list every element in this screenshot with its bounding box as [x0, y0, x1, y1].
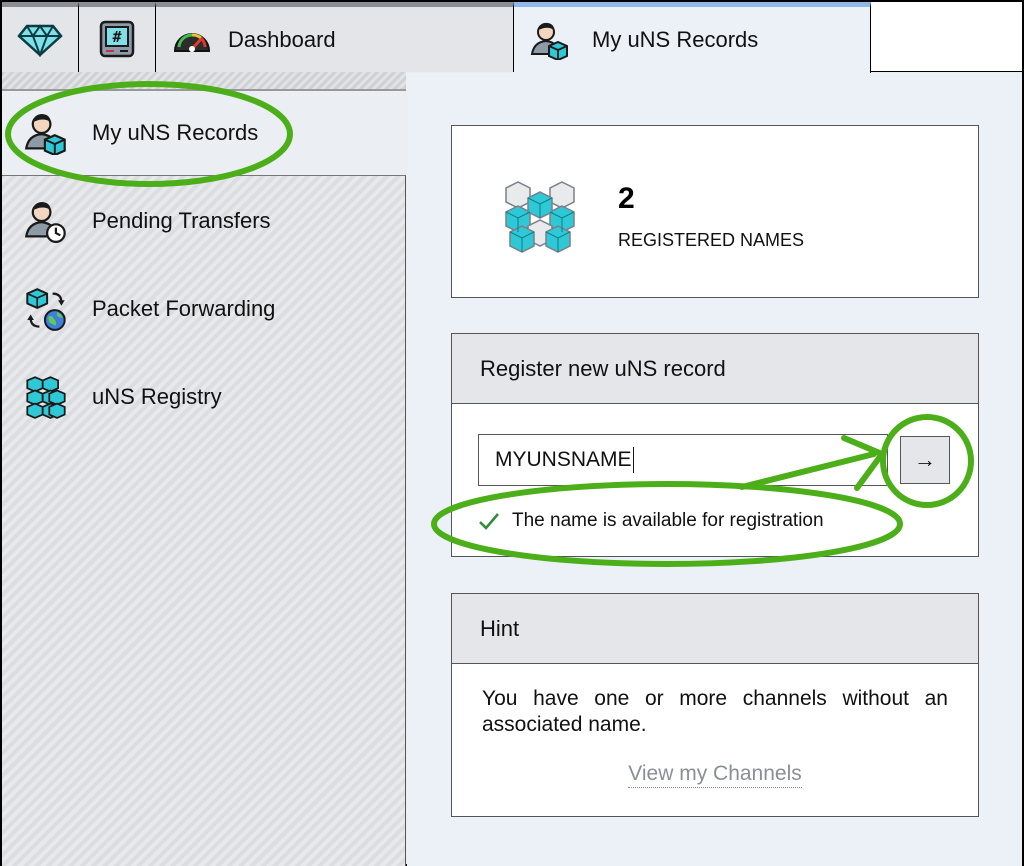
tab-my-uns-records-label: My uNS Records	[592, 27, 759, 52]
user-cube-icon	[24, 114, 66, 155]
view-channels-link-wrap: View my Channels	[452, 762, 978, 788]
sidebar-item-my-uns-records[interactable]: My uNS Records	[2, 90, 406, 176]
tab-dashboard-label: Dashboard	[228, 26, 336, 52]
arrow-right-icon: →	[914, 447, 936, 472]
sidebar: My uNS Records Pending Transfers Packet …	[2, 72, 406, 866]
register-submit-button[interactable]: →	[900, 436, 950, 484]
uns-name-input[interactable]: MYUNSNAME	[478, 434, 888, 486]
diamond-icon	[17, 23, 63, 57]
tab-console[interactable]: #	[79, 2, 156, 72]
tab-my-uns-records[interactable]: My uNS Records	[514, 2, 871, 73]
register-card: Register new uNS record MYUNSNAME → The …	[451, 333, 979, 557]
register-card-body: MYUNSNAME → The name is available for re…	[452, 404, 978, 556]
availability-status: The name is available for registration	[478, 510, 824, 532]
hint-card: Hint You have one or more channels witho…	[451, 593, 979, 817]
check-icon	[479, 513, 499, 530]
uns-name-input-value: MYUNSNAME	[495, 448, 632, 471]
speedometer-icon	[173, 32, 211, 52]
sidebar-top-strip	[2, 72, 406, 90]
text-caret	[632, 447, 634, 473]
sidebar-item-label: uNS Registry	[92, 384, 222, 409]
app-window: # Dashboard My uNS Records My uNS Record…	[0, 0, 1024, 866]
registered-names-card: 2 REGISTERED NAMES	[451, 125, 979, 298]
sidebar-item-pending-transfers[interactable]: Pending Transfers	[2, 178, 406, 264]
hint-text: You have one or more channels without an…	[482, 687, 948, 736]
sidebar-item-label: Packet Forwarding	[92, 296, 276, 321]
view-channels-link[interactable]: View my Channels	[628, 762, 802, 788]
svg-text:#: #	[112, 28, 121, 46]
user-cube-icon	[530, 22, 568, 60]
user-clock-icon	[24, 202, 66, 243]
sidebar-item-uns-registry[interactable]: uNS Registry	[2, 354, 406, 440]
tab-home[interactable]	[2, 2, 79, 72]
tab-bar: # Dashboard My uNS Records	[2, 2, 1022, 73]
cube-globe-icon	[26, 288, 66, 331]
cubes-grid-icon	[26, 376, 66, 419]
hint-card-title: Hint	[452, 594, 978, 664]
registered-names-label: REGISTERED NAMES	[618, 230, 805, 250]
sidebar-item-label: My uNS Records	[92, 120, 259, 145]
sidebar-item-packet-forwarding[interactable]: Packet Forwarding	[2, 266, 406, 352]
registered-names-count: 2	[618, 182, 635, 215]
terminal-icon: #	[99, 20, 135, 57]
tab-dashboard[interactable]: Dashboard	[156, 2, 514, 72]
main-content: 2 REGISTERED NAMES Register new uNS reco…	[407, 73, 1022, 866]
register-card-title: Register new uNS record	[452, 334, 978, 404]
cubes-cluster-icon	[505, 181, 575, 253]
availability-status-text: The name is available for registration	[512, 510, 824, 531]
sidebar-item-label: Pending Transfers	[92, 208, 271, 233]
